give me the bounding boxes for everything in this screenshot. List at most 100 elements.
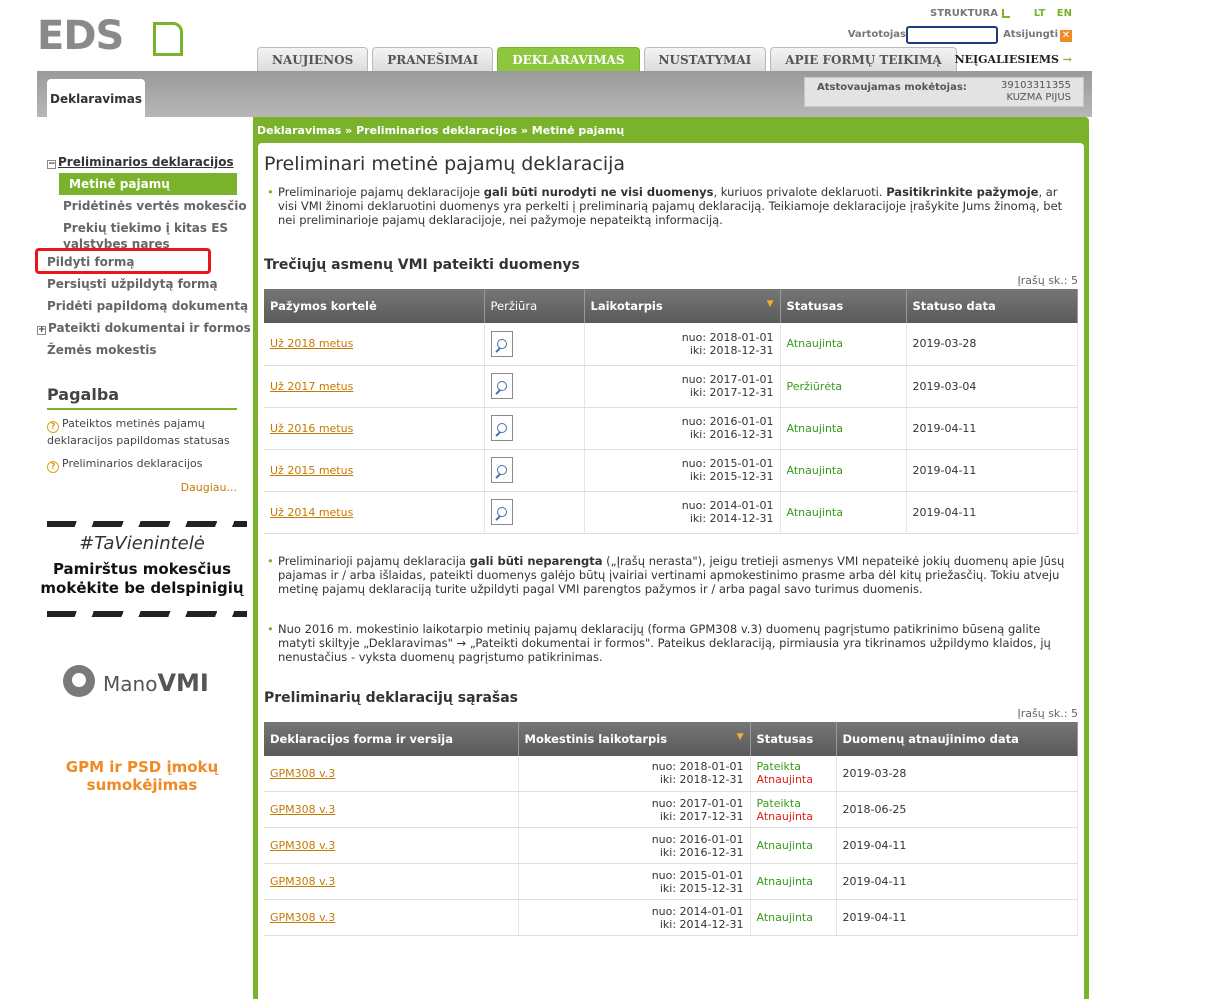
col-statusas[interactable]: Statusas bbox=[780, 289, 907, 323]
pazyma-link[interactable]: Už 2015 metus bbox=[270, 464, 353, 477]
tab-deklaravimas[interactable]: DEKLARAVIMAS bbox=[497, 47, 640, 71]
language-switch: LT EN bbox=[1026, 8, 1072, 19]
sidebar-item-preliminarios-deklaracijos[interactable]: − Preliminarios deklaracijos bbox=[37, 151, 247, 173]
help-box: Pagalba ? Pateiktos metinės pajamų deklar… bbox=[37, 377, 247, 505]
tab-nustatymai[interactable]: NUSTATYMAI bbox=[643, 47, 767, 71]
row-link-cell: Už 2015 metus bbox=[264, 449, 485, 492]
table-row: Už 2018 metus nuo: 2018-01-01 iki: 2018-12… bbox=[264, 323, 1078, 366]
breadcrumb: Deklaravimas » Preliminarios deklaracijo… bbox=[257, 124, 625, 137]
pazyma-link[interactable]: Už 2017 metus bbox=[270, 380, 353, 393]
period-from: nuo: 2017-01-01 bbox=[651, 796, 744, 810]
help-link-preliminarios[interactable]: ? Preliminarios deklaracijos bbox=[47, 456, 237, 473]
sort-icon[interactable]: ▼ bbox=[737, 732, 744, 742]
tab-pranesimai[interactable]: PRANEŠIMAI bbox=[372, 47, 494, 71]
col-pazymos-kortele[interactable]: Pažymos kortelė bbox=[264, 289, 485, 323]
struktura-link[interactable]: STRUKTURA bbox=[930, 8, 1010, 19]
third-party-table: Pažymos kortelė Peržiūra Laikotarpis ▼ St… bbox=[264, 289, 1078, 534]
status-primary: Atnaujinta bbox=[756, 839, 813, 852]
collapse-icon[interactable]: − bbox=[47, 160, 56, 169]
pazyma-link[interactable]: Už 2014 metus bbox=[270, 506, 353, 519]
preview-icon[interactable] bbox=[490, 415, 513, 441]
payer-value: 39103311355 KUZMA PIJUS bbox=[1001, 80, 1071, 104]
period-to: iki: 2017-12-31 bbox=[659, 809, 744, 823]
banner-stripe-top bbox=[47, 521, 247, 527]
col-statusas[interactable]: Statusas bbox=[750, 721, 837, 756]
payer-id: 39103311355 bbox=[1001, 80, 1071, 91]
declaration-link[interactable]: GPM308 v.3 bbox=[270, 875, 335, 888]
document-icon bbox=[153, 22, 183, 56]
accessibility-link[interactable]: NEĮGALIESIEMS → bbox=[955, 53, 1072, 66]
sidebar-item-pvm[interactable]: Pridėtinės vertės mokesčio bbox=[37, 195, 247, 217]
logout-label: Atsijungti bbox=[1003, 29, 1058, 40]
main-content: Preliminari metinė pajamų deklaracija Pr… bbox=[258, 143, 1084, 999]
sort-icon[interactable]: ▼ bbox=[767, 299, 774, 309]
sidebar-item-zemes-mokestis[interactable]: Žemės mokestis bbox=[37, 339, 247, 361]
bold-text: gali būti nurodyti ne visi duomenys bbox=[483, 185, 714, 199]
sidebar-item-label: Preliminarios deklaracijos bbox=[58, 155, 234, 169]
period-from: nuo: 2015-01-01 bbox=[681, 457, 774, 470]
preview-icon[interactable] bbox=[490, 330, 513, 357]
period-to: iki: 2014-12-31 bbox=[689, 512, 774, 525]
col-laikotarpis[interactable]: Laikotarpis ▼ bbox=[584, 289, 781, 323]
row-link-cell: Už 2014 metus bbox=[264, 491, 485, 534]
section-tab-deklaravimas[interactable]: Deklaravimas bbox=[47, 79, 145, 117]
col-statuso-data[interactable]: Statuso data bbox=[906, 289, 1078, 323]
eds-logo[interactable]: EDS bbox=[37, 14, 237, 58]
sidebar-item-prekiu-tiekimo[interactable]: Prekių tiekimo į kitas ES valstybes nare… bbox=[37, 217, 237, 251]
banner-message-line2: mokėkite be delspinigių bbox=[40, 579, 244, 597]
logout-link[interactable]: Atsijungti ✕ bbox=[1003, 29, 1072, 42]
period-to: iki: 2015-12-31 bbox=[659, 881, 744, 895]
declaration-link[interactable]: GPM308 v.3 bbox=[270, 767, 335, 780]
tavienintele-banner[interactable]: #TaVienintelė Pamirštus mokesčius mokėkit… bbox=[37, 515, 247, 623]
gpm-psd-banner[interactable]: GPM ir PSD įmokų sumokėjimas bbox=[37, 740, 247, 814]
lang-en-link[interactable]: EN bbox=[1057, 8, 1072, 19]
period-to: iki: 2018-12-31 bbox=[659, 773, 744, 787]
pazyma-link[interactable]: Už 2016 metus bbox=[270, 422, 353, 435]
lang-lt-link[interactable]: LT bbox=[1034, 8, 1046, 19]
sub-header-band: Deklaravimas Atstovaujamas mokėtojas: 39… bbox=[37, 71, 1092, 117]
row-link-cell: GPM308 v.3 bbox=[264, 863, 519, 900]
manovmi-suffix: VMI bbox=[157, 669, 209, 697]
manovmi-banner[interactable]: ManoVMI bbox=[37, 633, 247, 730]
status-primary: Atnaujinta bbox=[756, 875, 813, 888]
arrow-right-icon: → bbox=[1062, 53, 1072, 66]
col-mokestinis-laikotarpis[interactable]: Mokestinis laikotarpis ▼ bbox=[518, 721, 751, 756]
pazyma-link[interactable]: Už 2018 metus bbox=[270, 337, 353, 350]
declaration-link[interactable]: GPM308 v.3 bbox=[270, 839, 335, 852]
table-row: GPM308 v.3 nuo: 2017-01-01 iki: 2017-12-31… bbox=[264, 791, 1078, 828]
status-date-cell: 2019-03-28 bbox=[906, 323, 1078, 366]
preview-icon[interactable] bbox=[490, 499, 513, 525]
declaration-link[interactable]: GPM308 v.3 bbox=[270, 803, 335, 816]
table-row: GPM308 v.3 nuo: 2015-01-01 iki: 2015-12-31… bbox=[264, 863, 1078, 900]
period-to: iki: 2017-12-31 bbox=[689, 386, 774, 399]
col-atnaujinimo-data[interactable]: Duomenų atnaujinimo data bbox=[836, 721, 1078, 756]
status-cell: Atnaujinta bbox=[780, 491, 907, 534]
row-link-cell: Už 2018 metus bbox=[264, 323, 485, 366]
sidebar-item-pateikti-dokumentai[interactable]: + Pateikti dokumentai ir formos bbox=[37, 317, 251, 339]
status-cell: Atnaujinta bbox=[750, 863, 837, 900]
table-row: GPM308 v.3 nuo: 2018-01-01 iki: 2018-12-31… bbox=[264, 755, 1078, 792]
row-link-cell: GPM308 v.3 bbox=[264, 791, 519, 828]
preview-icon[interactable] bbox=[490, 373, 513, 399]
preview-cell bbox=[484, 491, 585, 534]
period-from: nuo: 2016-01-01 bbox=[651, 832, 744, 846]
period-cell: nuo: 2016-01-01 iki: 2016-12-31 bbox=[518, 827, 751, 864]
help-more-link[interactable]: Daugiau... bbox=[47, 481, 237, 494]
status-cell: Peržiūrėta bbox=[780, 365, 907, 408]
help-link-papildomas-statusas[interactable]: ? Pateiktos metinės pajamų deklaracijos p… bbox=[47, 416, 237, 448]
sidebar-item-metine-pajamu[interactable]: Metinė pajamų bbox=[59, 173, 237, 195]
period-from: nuo: 2018-01-01 bbox=[651, 760, 744, 774]
period-from: nuo: 2017-01-01 bbox=[681, 373, 774, 386]
sidebar-item-prideti-dokumenta[interactable]: Pridėti papildomą dokumentą bbox=[37, 295, 248, 317]
tab-naujienos[interactable]: NAUJIENOS bbox=[257, 47, 369, 71]
tab-apie-formu-teikima[interactable]: APIE FORMŲ TEIKIMĄ bbox=[770, 47, 957, 71]
sidebar-item-persiusti-forma[interactable]: Persiųsti užpildytą formą bbox=[37, 273, 247, 295]
row-link-cell: Už 2016 metus bbox=[264, 407, 485, 450]
col-deklaracijos-forma[interactable]: Deklaracijos forma ir versija bbox=[264, 721, 519, 756]
expand-icon[interactable]: + bbox=[37, 326, 46, 335]
table-row: Už 2014 metus nuo: 2014-01-01 iki: 2014-12… bbox=[264, 491, 1078, 534]
preview-icon[interactable] bbox=[490, 457, 513, 483]
user-field[interactable] bbox=[906, 26, 998, 44]
declaration-link[interactable]: GPM308 v.3 bbox=[270, 911, 335, 924]
sidebar-item-label: Pateikti dokumentai ir formos bbox=[48, 321, 251, 335]
